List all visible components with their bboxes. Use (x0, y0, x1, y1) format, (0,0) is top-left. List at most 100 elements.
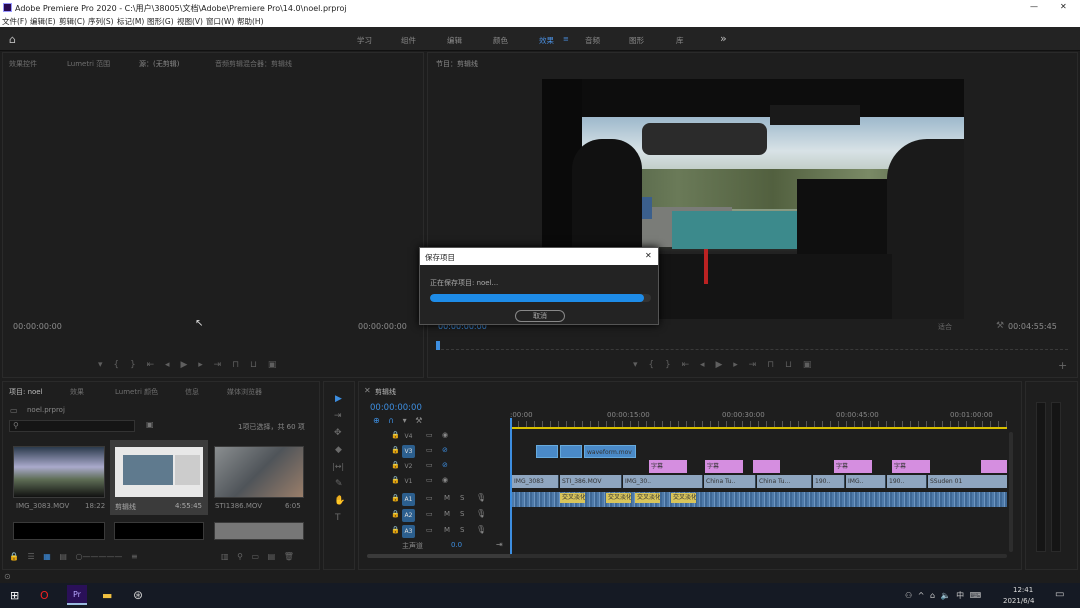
more-workspaces-icon[interactable]: » (720, 32, 727, 45)
microphone-icon[interactable]: 🎙 (476, 525, 486, 534)
network-icon[interactable]: ⌂ (930, 591, 935, 600)
lock-icon[interactable]: 🔒 (391, 494, 400, 502)
new-bin-icon[interactable]: ▭ (252, 552, 260, 561)
menu-clip[interactable]: 剪辑(C) (59, 16, 85, 27)
workspace-graphics[interactable]: 图形 (629, 35, 644, 46)
step-back-icon[interactable]: ◂ (700, 360, 705, 370)
track-label[interactable]: V4 (402, 430, 415, 443)
timeline-timecode[interactable]: 00:00:00:00 (370, 403, 422, 413)
lock-icon[interactable]: 🔒 (391, 431, 400, 439)
tab-source[interactable]: 源：(无剪辑) (139, 59, 179, 69)
clip-v3[interactable]: waveform.mov (584, 445, 636, 458)
automate-icon[interactable]: ▥ (221, 552, 229, 561)
toggle-sync-icon[interactable]: ▭ (426, 461, 433, 469)
keyboard-icon[interactable]: ⌨ (970, 591, 982, 600)
type-tool-icon[interactable]: T (335, 513, 341, 523)
track-select-tool-icon[interactable]: ⇥ (334, 411, 342, 421)
microphone-icon[interactable]: 🎙 (476, 509, 486, 518)
eye-icon[interactable]: ⊘ (442, 461, 448, 469)
project-item-thumb[interactable] (114, 522, 204, 540)
lock-icon[interactable]: 🔒 (391, 446, 400, 454)
find-icon[interactable]: ⚲ (237, 552, 243, 561)
dialog-close-button[interactable]: ✕ (645, 251, 652, 260)
solo-button[interactable]: S (460, 526, 464, 534)
people-icon[interactable]: ⚇ (905, 591, 912, 600)
pen-tool-icon[interactable]: ✎ (335, 479, 343, 489)
tab-program[interactable]: 节目：剪辑线 (436, 59, 478, 69)
toggle-sync-icon[interactable]: ▭ (426, 526, 433, 534)
tab-effects[interactable]: 效果 (70, 387, 84, 397)
file-explorer-icon[interactable]: ▬ (102, 589, 112, 602)
insert-icon[interactable]: ⊓ (232, 360, 239, 370)
linked-selection-icon[interactable]: ∩ (388, 416, 394, 425)
add-marker-icon[interactable]: ▾ (98, 360, 103, 370)
crossfade-transition[interactable]: 交叉淡化 (635, 493, 660, 503)
toggle-sync-icon[interactable]: ▭ (426, 446, 433, 454)
project-item-thumb[interactable] (214, 446, 304, 498)
lock-icon[interactable]: 🔒 (391, 510, 400, 518)
volume-icon[interactable]: 🔈 (941, 591, 951, 600)
tab-lumetri-scopes[interactable]: Lumetri 范围 (67, 59, 110, 69)
workspace-effects[interactable]: 效果 (539, 35, 554, 46)
microphone-icon[interactable]: 🎙 (476, 493, 486, 502)
fit-dropdown[interactable]: 适合 (938, 322, 952, 332)
opera-icon[interactable]: O (40, 589, 49, 602)
snap-icon[interactable]: ⊕ (373, 416, 380, 425)
go-to-in-icon[interactable]: ⇤ (147, 360, 155, 370)
tab-info[interactable]: 信息 (185, 387, 199, 397)
track-label[interactable]: A2 (402, 509, 415, 522)
ripple-edit-tool-icon[interactable]: ✥ (334, 428, 342, 438)
settings-wrench-icon[interactable]: ⚒ (415, 416, 422, 425)
zoom-slider[interactable]: ○————— (75, 552, 122, 561)
list-view-icon[interactable]: ☰ (28, 552, 35, 561)
solo-button[interactable]: S (460, 510, 464, 518)
menu-view[interactable]: 视图(V) (177, 16, 203, 27)
go-to-out-icon[interactable]: ⇥ (749, 360, 757, 370)
lock-icon[interactable]: 🔒 (9, 552, 19, 561)
menu-file[interactable]: 文件(F) (2, 16, 27, 27)
playhead-icon[interactable] (436, 341, 440, 350)
lock-icon[interactable]: 🔒 (391, 476, 400, 484)
mute-button[interactable]: M (444, 510, 450, 518)
workspace-assembly[interactable]: 组件 (401, 35, 416, 46)
play-icon[interactable]: ▶ (180, 360, 187, 370)
clock-date[interactable]: 2021/6/4 (1003, 597, 1034, 605)
slip-tool-icon[interactable]: |↔| (332, 462, 344, 471)
audio-clip-a1[interactable] (512, 492, 1007, 507)
mute-button[interactable]: M (444, 494, 450, 502)
windows-start-icon[interactable]: ⊞ (10, 589, 19, 602)
clip-v1[interactable]: IMG_30.. (623, 475, 703, 488)
clip-v2-title[interactable]: 字幕 (649, 460, 687, 473)
project-item-thumb[interactable] (214, 522, 304, 540)
icon-view-icon[interactable]: ▦ (43, 552, 51, 561)
play-icon[interactable]: ▶ (715, 360, 722, 370)
workspace-color[interactable]: 颜色 (493, 35, 508, 46)
tab-lumetri-color[interactable]: Lumetri 颜色 (115, 387, 158, 397)
close-sequence-icon[interactable]: ✕ (364, 386, 371, 395)
mark-in-icon[interactable]: { (648, 360, 654, 370)
step-back-icon[interactable]: ◂ (165, 360, 170, 370)
tab-audio-clip-mixer[interactable]: 音频剪辑混合器：剪辑线 (215, 59, 292, 69)
clip-v1[interactable]: China Tu.. (704, 475, 756, 488)
eye-icon[interactable]: ◉ (442, 476, 448, 484)
trash-icon[interactable]: 🗑 (284, 552, 294, 561)
clip-v1[interactable]: SSuden 01 (928, 475, 1007, 488)
timeline-playhead[interactable] (510, 418, 512, 558)
clip-v1[interactable]: 190.. (887, 475, 927, 488)
add-marker-icon[interactable]: ▾ (403, 416, 407, 425)
clip-v3[interactable] (536, 445, 558, 458)
project-item-thumb[interactable] (13, 522, 105, 540)
minimize-button[interactable]: — (1030, 2, 1038, 11)
clock-time[interactable]: 12:41 (1013, 586, 1033, 594)
clip-v1[interactable]: IMG_3083 (512, 475, 559, 488)
add-button-icon[interactable]: + (1058, 359, 1067, 372)
go-to-in-icon[interactable]: ⇤ (682, 360, 690, 370)
go-to-end-icon[interactable]: ⇥ (496, 540, 503, 549)
track-label[interactable]: A3 (402, 525, 415, 538)
workspace-libraries[interactable]: 库 (676, 35, 684, 46)
mark-out-icon[interactable]: } (665, 360, 671, 370)
freeform-view-icon[interactable]: ▤ (59, 552, 67, 561)
workspace-menu-icon[interactable]: ≡ (563, 35, 569, 43)
workspace-editing[interactable]: 编辑 (447, 35, 462, 46)
project-item-thumb[interactable] (13, 446, 105, 498)
